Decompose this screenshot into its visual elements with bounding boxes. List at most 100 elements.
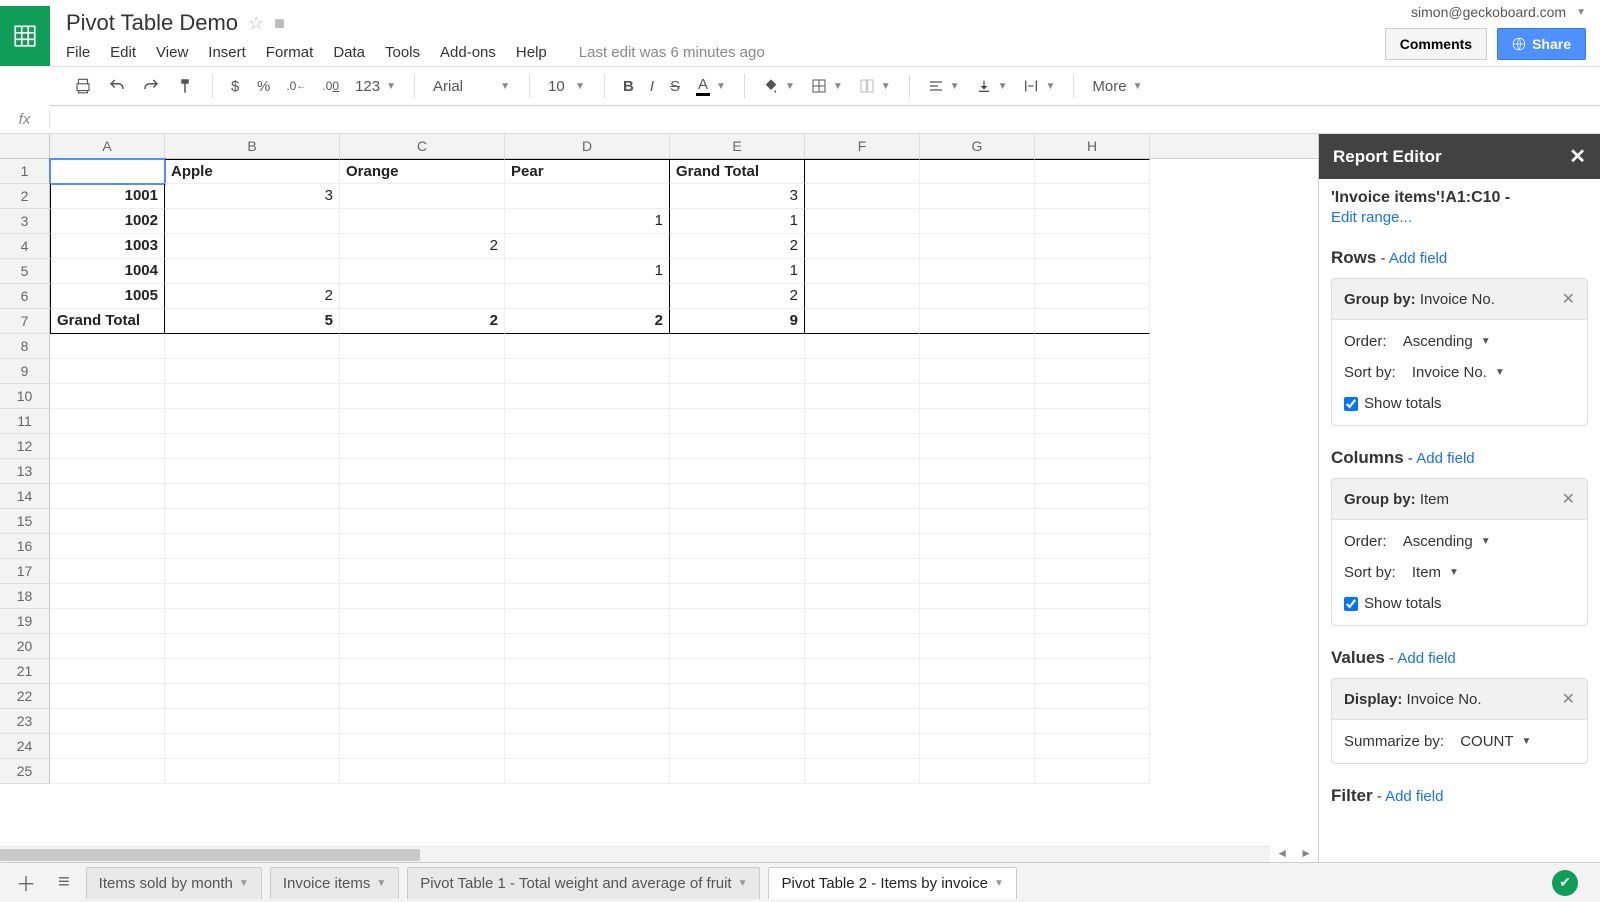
- cell[interactable]: [1035, 359, 1150, 384]
- cell[interactable]: 1001: [50, 184, 165, 209]
- col-header[interactable]: D: [505, 134, 670, 158]
- cell[interactable]: [1035, 759, 1150, 784]
- cell[interactable]: [50, 609, 165, 634]
- cell[interactable]: [1035, 184, 1150, 209]
- cell[interactable]: Apple: [165, 159, 340, 184]
- cell[interactable]: [670, 509, 805, 534]
- cell[interactable]: [50, 534, 165, 559]
- cell[interactable]: [920, 534, 1035, 559]
- col-order-select[interactable]: Order: Ascending▼: [1332, 526, 1587, 557]
- close-icon[interactable]: ✕: [1562, 489, 1575, 509]
- sheet-tab[interactable]: Invoice items▼: [270, 867, 399, 899]
- cell[interactable]: [920, 559, 1035, 584]
- menu-help[interactable]: Help: [516, 44, 547, 61]
- cell[interactable]: [165, 534, 340, 559]
- cell[interactable]: [50, 159, 165, 184]
- sheets-logo[interactable]: [0, 6, 50, 66]
- row-header[interactable]: 4: [0, 234, 50, 259]
- cell[interactable]: [920, 584, 1035, 609]
- cell[interactable]: [505, 459, 670, 484]
- italic-icon[interactable]: I: [644, 74, 660, 99]
- font-family-select[interactable]: Arial▼: [427, 74, 517, 99]
- paint-format-icon[interactable]: [170, 73, 200, 99]
- merge-cells-icon[interactable]: ▼: [853, 74, 897, 98]
- doc-title[interactable]: Pivot Table Demo: [66, 10, 238, 36]
- row-order-select[interactable]: Order: Ascending▼: [1332, 326, 1587, 357]
- cell[interactable]: [805, 509, 920, 534]
- cell[interactable]: [505, 709, 670, 734]
- wrap-icon[interactable]: ▼: [1017, 74, 1061, 98]
- menu-edit[interactable]: Edit: [110, 44, 136, 61]
- summarize-select[interactable]: Summarize by: COUNT▼: [1332, 726, 1587, 757]
- col-header[interactable]: H: [1035, 134, 1150, 158]
- cell[interactable]: [165, 734, 340, 759]
- row-header[interactable]: 16: [0, 534, 50, 559]
- chevron-down-icon[interactable]: ▼: [239, 878, 249, 889]
- close-icon[interactable]: ✕: [1569, 144, 1586, 169]
- cell[interactable]: [670, 659, 805, 684]
- cell[interactable]: [50, 334, 165, 359]
- bold-icon[interactable]: B: [617, 74, 640, 99]
- col-header[interactable]: C: [340, 134, 505, 158]
- cell[interactable]: [50, 459, 165, 484]
- cell[interactable]: [505, 534, 670, 559]
- cell[interactable]: [805, 709, 920, 734]
- cell[interactable]: [805, 184, 920, 209]
- cell[interactable]: [805, 409, 920, 434]
- borders-icon[interactable]: ▼: [805, 74, 849, 98]
- row-show-totals-checkbox[interactable]: [1344, 397, 1358, 411]
- cell[interactable]: [165, 459, 340, 484]
- cell[interactable]: 2: [340, 234, 505, 259]
- cell[interactable]: [805, 159, 920, 184]
- cell[interactable]: [805, 334, 920, 359]
- increase-decimal[interactable]: .00: [316, 75, 345, 97]
- cell[interactable]: [50, 409, 165, 434]
- cell[interactable]: [50, 559, 165, 584]
- cell[interactable]: [165, 509, 340, 534]
- sheet-tab[interactable]: Items sold by month▼: [86, 867, 262, 899]
- cell[interactable]: [920, 409, 1035, 434]
- cell[interactable]: [1035, 459, 1150, 484]
- cell[interactable]: 2: [670, 234, 805, 259]
- menu-view[interactable]: View: [156, 44, 188, 61]
- row-header[interactable]: 19: [0, 609, 50, 634]
- cell[interactable]: 2: [165, 284, 340, 309]
- row-header[interactable]: 24: [0, 734, 50, 759]
- cell[interactable]: [805, 559, 920, 584]
- row-header[interactable]: 20: [0, 634, 50, 659]
- cell[interactable]: [50, 484, 165, 509]
- row-header[interactable]: 14: [0, 484, 50, 509]
- cell[interactable]: [920, 734, 1035, 759]
- cell[interactable]: [505, 684, 670, 709]
- columns-add-field[interactable]: Add field: [1416, 450, 1474, 467]
- cell[interactable]: [1035, 534, 1150, 559]
- cell[interactable]: [340, 434, 505, 459]
- row-header[interactable]: 18: [0, 584, 50, 609]
- cell[interactable]: [505, 184, 670, 209]
- undo-icon[interactable]: [102, 73, 132, 99]
- cell[interactable]: Grand Total: [670, 159, 805, 184]
- cell[interactable]: [1035, 234, 1150, 259]
- cell[interactable]: [505, 659, 670, 684]
- cell[interactable]: [340, 559, 505, 584]
- print-icon[interactable]: [68, 73, 98, 99]
- col-sort-select[interactable]: Sort by: Item▼: [1332, 557, 1587, 588]
- col-header[interactable]: E: [670, 134, 805, 158]
- cell[interactable]: [670, 384, 805, 409]
- cell[interactable]: [165, 484, 340, 509]
- cell[interactable]: [1035, 284, 1150, 309]
- cell[interactable]: 1: [670, 259, 805, 284]
- v-align-icon[interactable]: ▼: [970, 74, 1014, 98]
- cell[interactable]: [50, 759, 165, 784]
- cell[interactable]: [505, 334, 670, 359]
- cell[interactable]: 2: [505, 309, 670, 334]
- cell[interactable]: [340, 509, 505, 534]
- cell[interactable]: [340, 659, 505, 684]
- cell[interactable]: [505, 509, 670, 534]
- cell[interactable]: [50, 359, 165, 384]
- row-sort-select[interactable]: Sort by: Invoice No.▼: [1332, 357, 1587, 388]
- cell[interactable]: 2: [340, 309, 505, 334]
- cell[interactable]: [805, 309, 920, 334]
- cell[interactable]: [165, 384, 340, 409]
- cell[interactable]: [1035, 434, 1150, 459]
